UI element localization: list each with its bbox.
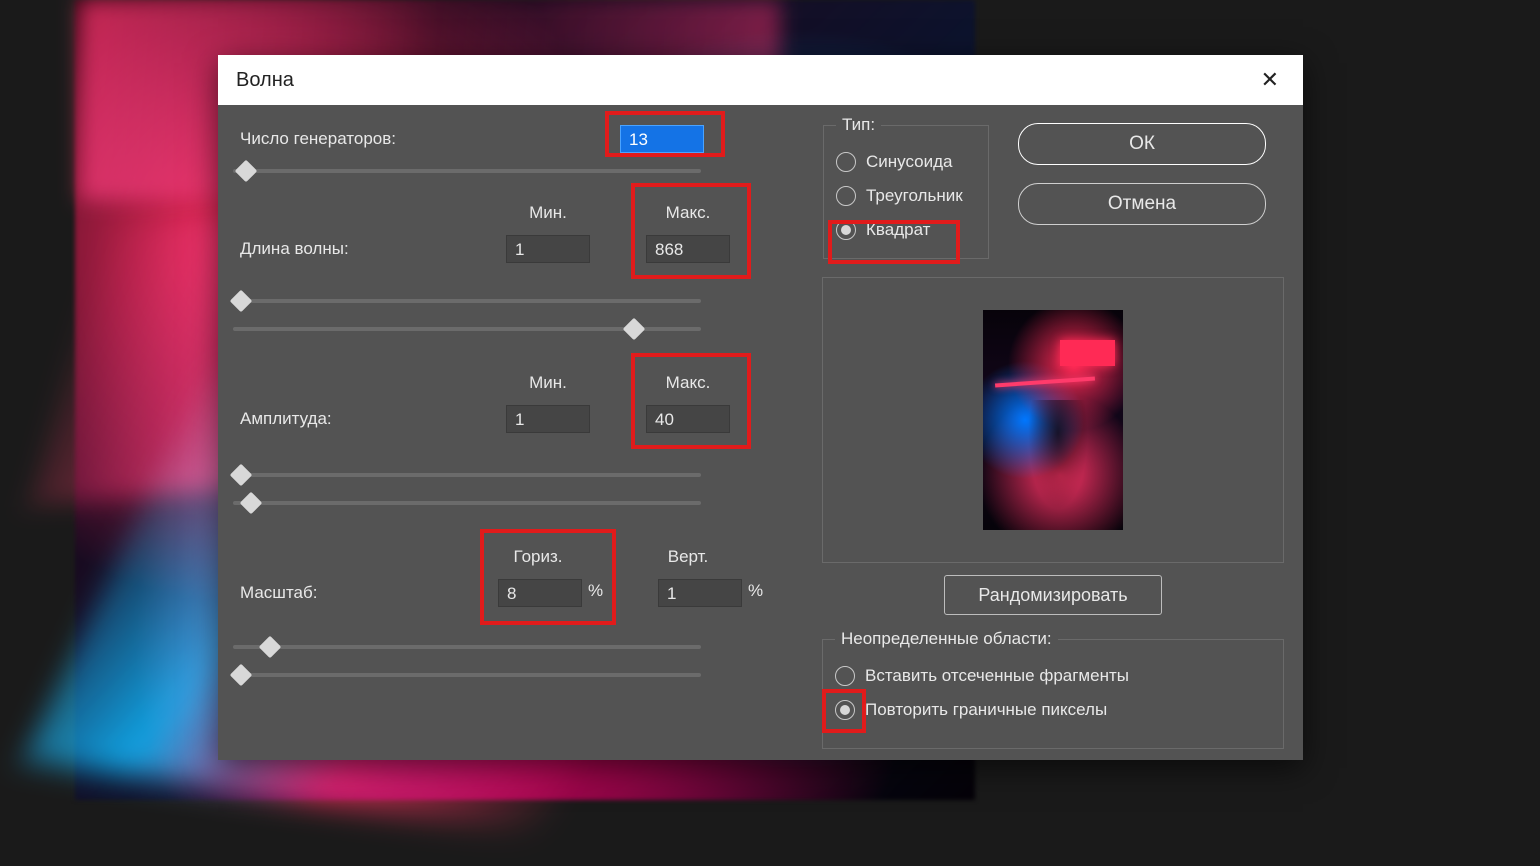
min-label: Мин. [508,203,588,223]
scale-v-slider-thumb[interactable] [230,664,253,687]
type-option-sine[interactable]: Синусоида [836,145,976,179]
generators-slider-thumb[interactable] [235,160,258,183]
wavelength-min-slider-track[interactable] [233,299,701,303]
highlight-box [631,183,751,279]
amplitude-min-slider-track[interactable] [233,473,701,477]
horiz-label: Гориз. [498,547,578,567]
undef-option-repeat[interactable]: Повторить граничные пикселы [835,693,1271,727]
preview-box [822,277,1284,563]
amplitude-max-slider-track[interactable] [233,501,701,505]
radio-icon [836,186,856,206]
button-label: Отмена [1108,193,1176,215]
preview-beam [995,377,1095,388]
percent-sign: % [588,581,603,601]
min-label: Мин. [508,373,588,393]
radio-icon [835,700,855,720]
radio-label: Повторить граничные пикселы [865,700,1107,720]
amplitude-max-slider-thumb[interactable] [240,492,263,515]
wavelength-max-slider-thumb[interactable] [623,318,646,341]
generators-input[interactable]: 13 [620,125,704,153]
wavelength-min-slider-thumb[interactable] [230,290,253,313]
percent-sign: % [748,581,763,601]
randomize-button[interactable]: Рандомизировать [944,575,1162,615]
button-label: ОК [1129,133,1155,155]
generators-label: Число генераторов: [240,129,396,149]
dialog-body: Число генераторов: 13 Мин. Макс. Длина в… [218,105,1303,760]
radio-icon [836,152,856,172]
cancel-button[interactable]: Отмена [1018,183,1266,225]
radio-label: Треугольник [866,186,963,206]
type-option-triangle[interactable]: Треугольник [836,179,976,213]
wave-dialog: Волна ✕ Число генераторов: 13 Мин. Макс.… [218,55,1303,760]
amplitude-min-input[interactable]: 1 [506,405,590,433]
max-label: Макс. [648,203,728,223]
amplitude-min-slider-thumb[interactable] [230,464,253,487]
preview-figure [1028,400,1088,510]
radio-icon [836,220,856,240]
wavelength-max-input[interactable]: 868 [646,235,730,263]
dialog-title: Волна [236,69,294,92]
close-icon[interactable]: ✕ [1255,63,1285,97]
ok-button[interactable]: ОК [1018,123,1266,165]
undef-option-wrap[interactable]: Вставить отсеченные фрагменты [835,659,1271,693]
amplitude-max-input[interactable]: 40 [646,405,730,433]
vert-label: Верт. [648,547,728,567]
button-label: Рандомизировать [978,585,1127,606]
highlight-box [480,529,616,625]
scale-h-slider-thumb[interactable] [259,636,282,659]
wavelength-min-input[interactable]: 1 [506,235,590,263]
radio-label: Вставить отсеченные фрагменты [865,666,1129,686]
scale-h-slider-track[interactable] [233,645,701,649]
preview-neon-sign [1060,340,1115,366]
radio-label: Квадрат [866,220,930,240]
highlight-box [631,353,751,449]
scale-v-slider-track[interactable] [233,673,701,677]
scale-vert-input[interactable]: 1 [658,579,742,607]
preview-image [983,310,1123,530]
radio-icon [835,666,855,686]
amplitude-label: Амплитуда: [240,409,332,429]
scale-label: Масштаб: [240,583,317,603]
wavelength-label: Длина волны: [240,239,349,259]
type-option-square[interactable]: Квадрат [836,213,976,247]
type-legend: Тип: [836,115,881,135]
radio-label: Синусоида [866,152,953,172]
scale-horiz-input[interactable]: 8 [498,579,582,607]
app-canvas: Волна ✕ Число генераторов: 13 Мин. Макс.… [0,0,1540,866]
generators-slider-track[interactable] [233,169,701,173]
max-label: Макс. [648,373,728,393]
undefined-areas-legend: Неопределенные области: [835,629,1058,649]
type-fieldset: Тип: Синусоида Треугольник Квадрат [823,115,989,259]
dialog-titlebar: Волна ✕ [218,55,1303,105]
undefined-areas-fieldset: Неопределенные области: Вставить отсечен… [822,629,1284,749]
